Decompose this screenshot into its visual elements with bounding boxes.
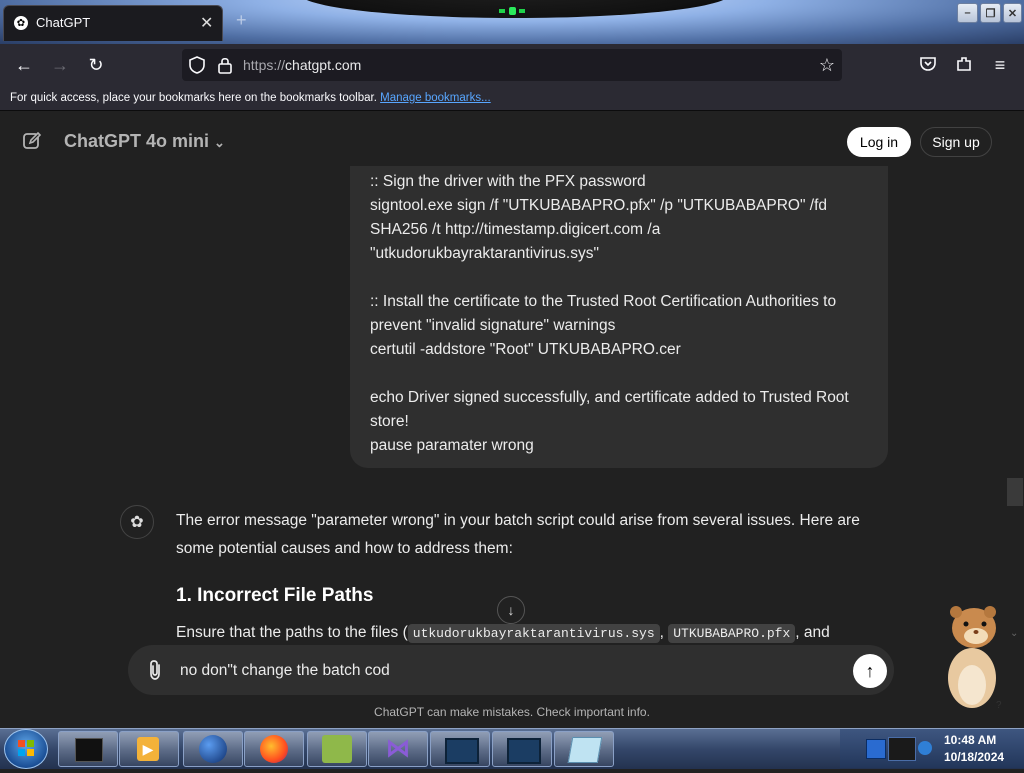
window-icon [507,738,541,764]
new-tab-icon[interactable]: + [236,10,247,31]
shield-icon[interactable] [188,56,206,74]
windows-logo-icon [18,740,34,756]
tray-icons[interactable] [866,737,936,761]
taskbar-app-window-2[interactable] [492,731,552,767]
minimize-window-icon[interactable]: – [957,3,978,23]
taskbar-app-globe[interactable] [183,731,243,767]
model-selector[interactable]: ChatGPT 4o mini ⌄ [64,131,225,152]
browser-tab-chatgpt[interactable]: ✿ ChatGPT ✕ [3,5,223,41]
bookmark-star-icon[interactable]: ☆ [813,51,841,79]
taskbar-app-visual-studio[interactable]: ⋈ [368,731,428,767]
back-arrow-icon[interactable]: ← [10,51,38,79]
url-text[interactable]: https://chatgpt.com [243,57,361,73]
taskbar-app-game[interactable] [307,731,367,767]
scroll-arrow-icon[interactable]: ⌄ [1010,628,1018,639]
attach-paperclip-icon[interactable] [146,659,164,681]
bookmarks-hint: For quick access, place your bookmarks h… [10,92,491,104]
volume-icon [918,741,932,755]
restore-window-icon[interactable]: ❐ [980,3,1001,23]
user-message-line: signtool.exe sign /f "UTKUBABAPRO.pfx" /… [370,197,828,214]
display-icon [888,737,916,761]
assistant-paragraph: Ensure that the paths to the files (utku… [176,624,830,643]
forward-arrow-icon[interactable]: → [46,51,74,79]
inline-code: UTKUBABAPRO.pfx [668,624,796,643]
window-icon [445,738,479,764]
network-icon [866,739,886,759]
taskbar-app-media-player[interactable]: ▶ [119,731,179,767]
user-message-line: :: Install the certificate to the Truste… [370,293,837,310]
assistant-text: some potential causes and how to address… [176,540,513,557]
send-button[interactable]: ↑ [853,654,887,688]
inline-code: utkudorukbayraktarantivirus.sys [407,624,660,643]
tab-title: ChatGPT [36,15,91,30]
user-message-line: "utkudorukbayraktarantivirus.sys" [370,245,599,262]
clock-time[interactable]: 10:48 AM [944,733,996,747]
terminal-icon [75,738,103,762]
user-message-line: SHA256 /t http://timestamp.digicert.com … [370,221,661,238]
green-light-icon [499,7,525,15]
message-input[interactable]: no don"t change the batch cod [180,662,390,680]
user-message-line: certutil -addstore "Root" UTKUBABAPRO.ce… [370,341,681,358]
reload-icon[interactable]: ↻ [82,51,110,79]
scroll-down-button[interactable]: ↓ [497,596,525,624]
taskbar-app-firefox[interactable] [244,731,304,767]
assistant-heading: 1. Incorrect File Paths [176,585,374,606]
user-message-line: prevent "invalid signature" warnings [370,317,616,334]
taskbar-app-terminal[interactable] [58,731,118,767]
hamster-mascot-image: ? [948,606,1002,711]
clock-date[interactable]: 10/18/2024 [944,750,1004,764]
login-button[interactable]: Log in [847,127,911,157]
manage-bookmarks-link[interactable]: Manage bookmarks... [380,92,491,104]
disclaimer-text: ChatGPT can make mistakes. Check importa… [374,705,650,719]
visual-studio-icon: ⋈ [386,735,410,762]
taskbar-app-notebook[interactable] [554,731,614,767]
close-tab-icon[interactable]: ✕ [200,13,213,33]
taskbar-app-window-1[interactable] [430,731,490,767]
user-message-line: store! [370,413,409,430]
chatgpt-favicon-icon: ✿ [14,16,28,30]
start-button[interactable] [4,729,48,769]
pocket-icon[interactable] [919,55,937,73]
chatgpt-logo-icon: ✿ [120,505,154,539]
new-chat-icon[interactable] [22,131,42,151]
svg-text:?: ? [996,700,1002,711]
assistant-text: The error message "parameter wrong" in y… [176,512,860,529]
notebook-icon [567,737,603,763]
scrollbar-thumb[interactable] [1007,478,1023,506]
game-box-icon [322,735,352,763]
firefox-icon [260,735,288,763]
user-message-line: echo Driver signed successfully, and cer… [370,389,849,406]
extensions-icon[interactable] [955,55,973,73]
user-message-line: pause paramater wrong [370,437,534,454]
lock-icon[interactable] [217,56,233,74]
signup-button[interactable]: Sign up [920,127,992,157]
chevron-down-icon: ⌄ [214,135,225,150]
close-window-icon[interactable]: ✕ [1003,3,1022,23]
user-message-line: :: Sign the driver with the PFX password [370,173,646,190]
media-player-icon: ▶ [137,737,159,761]
globe-icon [199,735,227,763]
menu-hamburger-icon[interactable]: ≡ [986,51,1014,79]
